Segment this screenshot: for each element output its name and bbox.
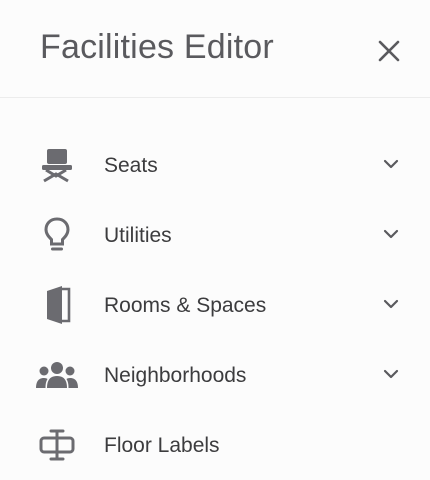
panel-header: Facilities Editor (0, 0, 430, 98)
close-icon[interactable] (372, 34, 406, 68)
panel-title: Facilities Editor (40, 28, 274, 66)
menu-item-seats[interactable]: Seats (0, 130, 430, 200)
chevron-down-icon[interactable] (381, 157, 401, 171)
menu-item-utilities[interactable]: Utilities (0, 200, 430, 270)
seat-icon (34, 146, 80, 184)
menu-item-neighborhoods[interactable]: Neighborhoods (0, 340, 430, 410)
chevron-down-icon[interactable] (381, 297, 401, 311)
floor-label-icon (34, 426, 80, 464)
menu-item-label: Seats (104, 154, 158, 177)
people-group-icon (34, 356, 80, 394)
menu-item-label: Rooms & Spaces (104, 294, 267, 317)
facilities-editor-panel: Facilities Editor Seats Utilities Rooms … (0, 0, 430, 480)
menu-item-label: Neighborhoods (104, 364, 247, 387)
chevron-down-icon[interactable] (381, 367, 401, 381)
menu-item-label: Utilities (104, 224, 172, 247)
chevron-down-icon[interactable] (381, 227, 401, 241)
lightbulb-icon (34, 216, 80, 254)
door-icon (34, 286, 80, 324)
menu-item-label: Floor Labels (104, 434, 220, 457)
facilities-menu: Seats Utilities Rooms & Spaces Neighborh… (0, 130, 430, 480)
menu-item-floor-labels[interactable]: Floor Labels (0, 410, 430, 480)
menu-item-rooms-spaces[interactable]: Rooms & Spaces (0, 270, 430, 340)
